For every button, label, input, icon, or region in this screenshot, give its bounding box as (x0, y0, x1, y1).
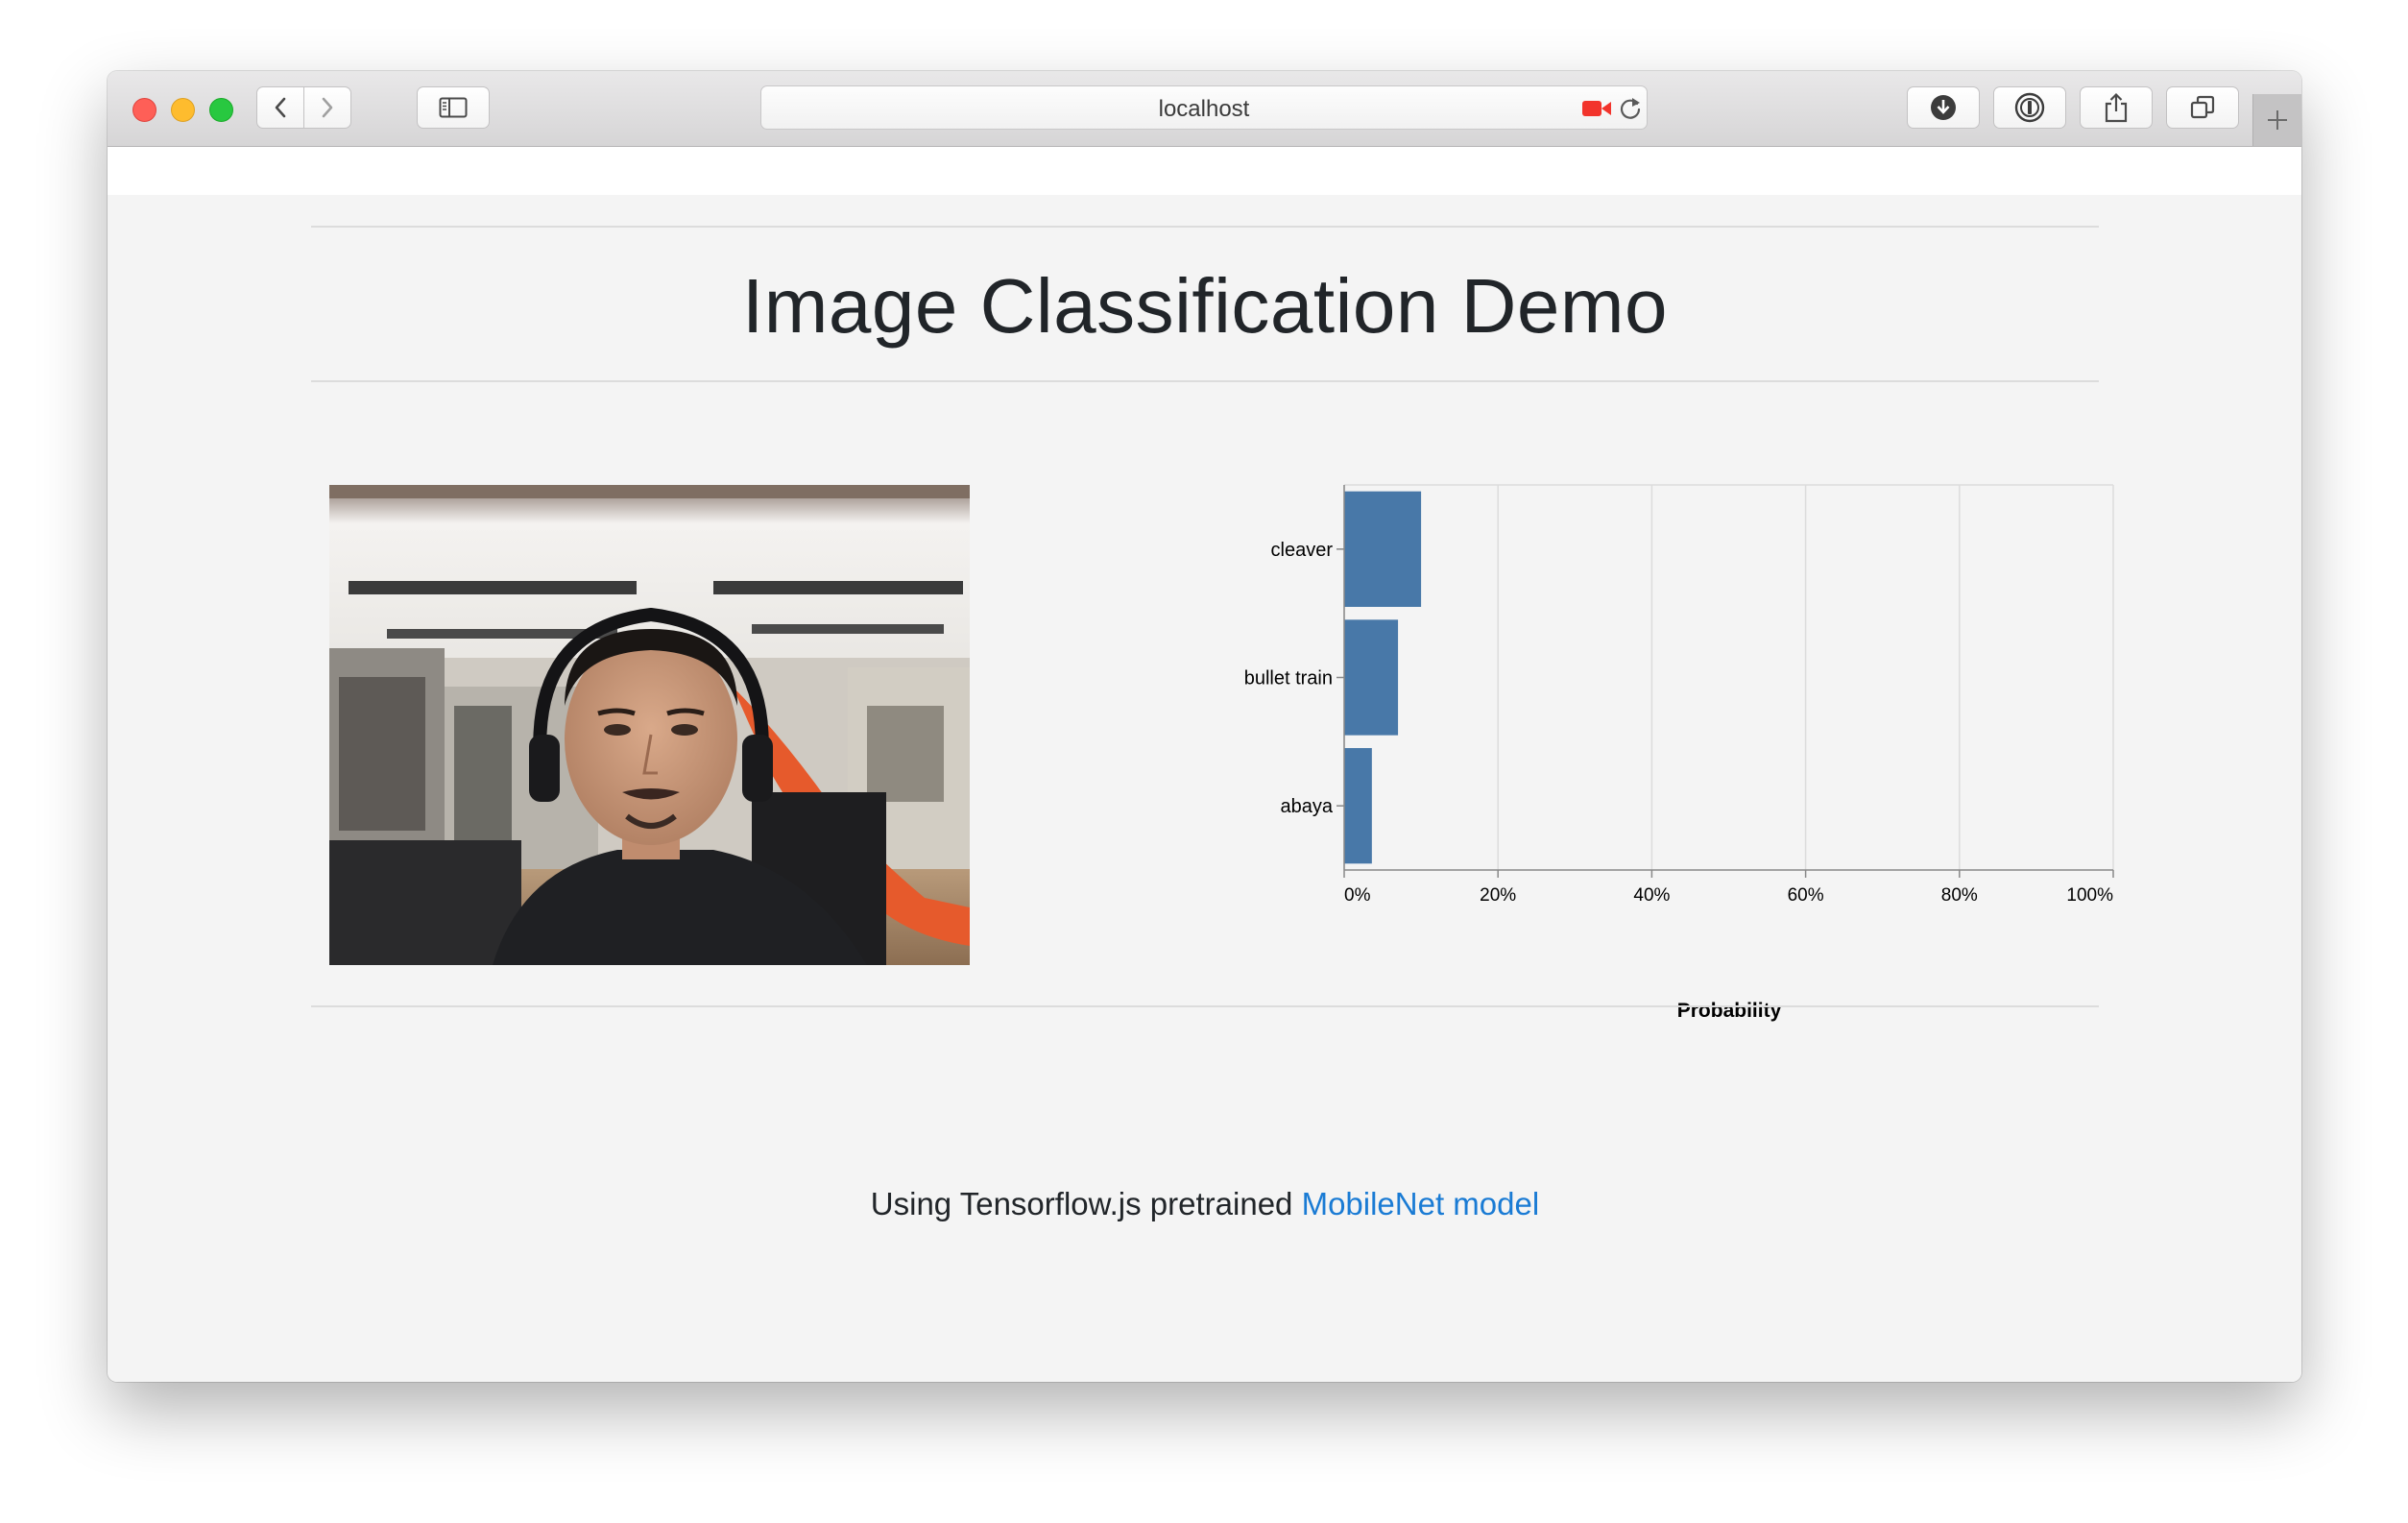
category-label: cleaver (1271, 540, 1334, 561)
bar-abaya (1344, 748, 1372, 864)
reload-icon[interactable] (1618, 95, 1643, 122)
divider-bottom (311, 1005, 2099, 1007)
password-icon (2014, 92, 2045, 123)
x-axis-title: Probability (1677, 1000, 1782, 1022)
address-text: localhost (1158, 96, 1250, 122)
forward-icon (322, 97, 333, 118)
mobilenet-link[interactable]: MobileNet model (1302, 1186, 1540, 1221)
page-top-band (108, 147, 2301, 195)
footer-text: Using Tensorflow.js pretrained MobileNet… (311, 1186, 2099, 1222)
camera-recording-icon[interactable] (1581, 98, 1612, 119)
divider-top (311, 226, 2099, 228)
download-icon (1931, 95, 1956, 120)
bar-bullet-train (1344, 619, 1399, 736)
webcam-feed (329, 485, 970, 965)
probability-chart-svg: 0% 20% 40% 60% 80% 100% cleaver bullet train aba… (1244, 484, 2114, 1022)
page-title: Image Classification Demo (742, 263, 1668, 349)
x-tick-label: 20% (1480, 885, 1516, 906)
x-tick-label: 100% (2066, 885, 2113, 906)
category-label: bullet train (1244, 668, 1333, 689)
x-tick-label: 40% (1633, 885, 1670, 906)
zoom-window-button[interactable] (209, 98, 233, 122)
bar-cleaver (1344, 491, 1422, 607)
category-label: abaya (1281, 796, 1334, 817)
downloads-button[interactable] (1907, 86, 1980, 129)
sidebar-button[interactable] (417, 86, 490, 129)
browser-toolbar: localhost (108, 71, 2301, 147)
close-window-button[interactable] (132, 98, 157, 122)
password-manager-button[interactable] (1993, 86, 2066, 129)
divider-under-title (311, 380, 2099, 382)
x-tick-label: 80% (1941, 885, 1978, 906)
minimize-window-button[interactable] (171, 98, 195, 122)
back-button[interactable] (256, 86, 304, 129)
share-icon (2105, 92, 2128, 123)
x-tick-label: 0% (1344, 885, 1371, 906)
new-tab-icon (2268, 110, 2287, 130)
show-tabs-button[interactable] (2166, 86, 2239, 129)
sidebar-icon (439, 97, 468, 118)
forward-button[interactable] (303, 86, 351, 129)
back-icon (275, 97, 286, 118)
browser-window: localhost Image Classification Demo 0% 2… (108, 71, 2301, 1382)
webcam-image (329, 485, 970, 965)
footer-prefix: Using Tensorflow.js pretrained (870, 1186, 1302, 1221)
probability-chart: 0% 20% 40% 60% 80% 100% cleaver bullet train aba… (1112, 478, 2158, 1035)
new-tab-button[interactable] (2252, 94, 2301, 146)
tabs-icon (2190, 95, 2215, 119)
address-bar[interactable]: localhost (760, 85, 1648, 130)
x-tick-label: 60% (1788, 885, 1824, 906)
page-content: Image Classification Demo 0% 20% 40% 60%… (108, 147, 2301, 1382)
share-button[interactable] (2080, 86, 2153, 129)
